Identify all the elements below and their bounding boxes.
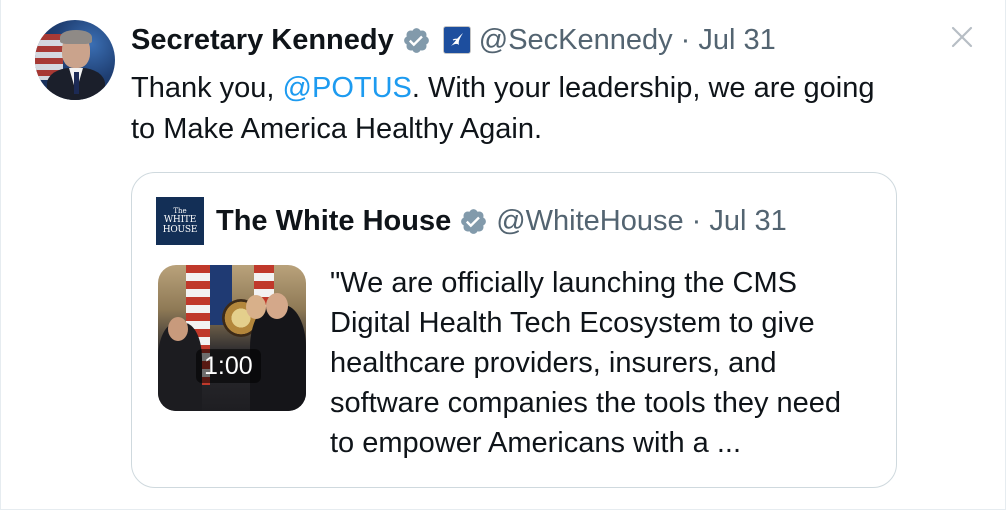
hhs-eagle-icon <box>450 33 463 46</box>
avatar-text-line-3: HOUSE <box>162 224 198 235</box>
quoted-author-name[interactable]: The White House <box>216 205 451 238</box>
thumb-face <box>246 295 266 319</box>
quoted-tweet-date[interactable]: Jul 31 <box>709 205 786 238</box>
thumb-face <box>266 293 288 319</box>
avatar-tie <box>74 72 79 94</box>
tweet-header: Secretary Kennedy @SecKennedy · Jul 31 <box>131 20 776 60</box>
thumb-face <box>168 317 188 341</box>
mention-link[interactable]: @POTUS <box>283 72 412 104</box>
quoted-tweet-text: "We are officially launching the CMS Dig… <box>330 267 842 459</box>
hhs-government-badge-icon <box>442 26 471 54</box>
avatar-text-line-2: WHITE <box>163 214 197 225</box>
avatar-hair <box>60 30 92 44</box>
separator-dot: · <box>680 23 691 56</box>
author-name[interactable]: Secretary Kennedy <box>131 24 394 57</box>
quoted-author-handle[interactable]: @WhiteHouse <box>496 205 683 238</box>
white-house-avatar[interactable]: The WHITE HOUSE <box>156 197 204 245</box>
tweet-text-before: Thank you, <box>131 72 283 104</box>
verified-badge-icon <box>461 208 487 234</box>
verified-badge-icon <box>403 27 429 53</box>
tweet-text: Thank you, @POTUS. With your leadership,… <box>131 68 891 150</box>
video-thumbnail[interactable]: 1:00 <box>158 265 306 411</box>
close-button[interactable] <box>947 22 977 52</box>
quoted-tweet-card[interactable]: The WHITE HOUSE The White House @WhiteHo… <box>131 172 897 488</box>
separator-dot: · <box>691 204 702 237</box>
author-handle[interactable]: @SecKennedy <box>479 24 673 57</box>
close-icon <box>951 26 973 48</box>
tweet-date[interactable]: Jul 31 <box>698 24 775 57</box>
tweet-card[interactable]: Secretary Kennedy @SecKennedy · Jul 31 T… <box>0 0 1006 510</box>
author-avatar[interactable] <box>35 20 115 100</box>
quoted-tweet-header: The WHITE HOUSE The White House @WhiteHo… <box>156 197 787 245</box>
avatar-text-line-1: The <box>173 206 187 215</box>
video-duration-badge: 1:00 <box>196 349 261 383</box>
